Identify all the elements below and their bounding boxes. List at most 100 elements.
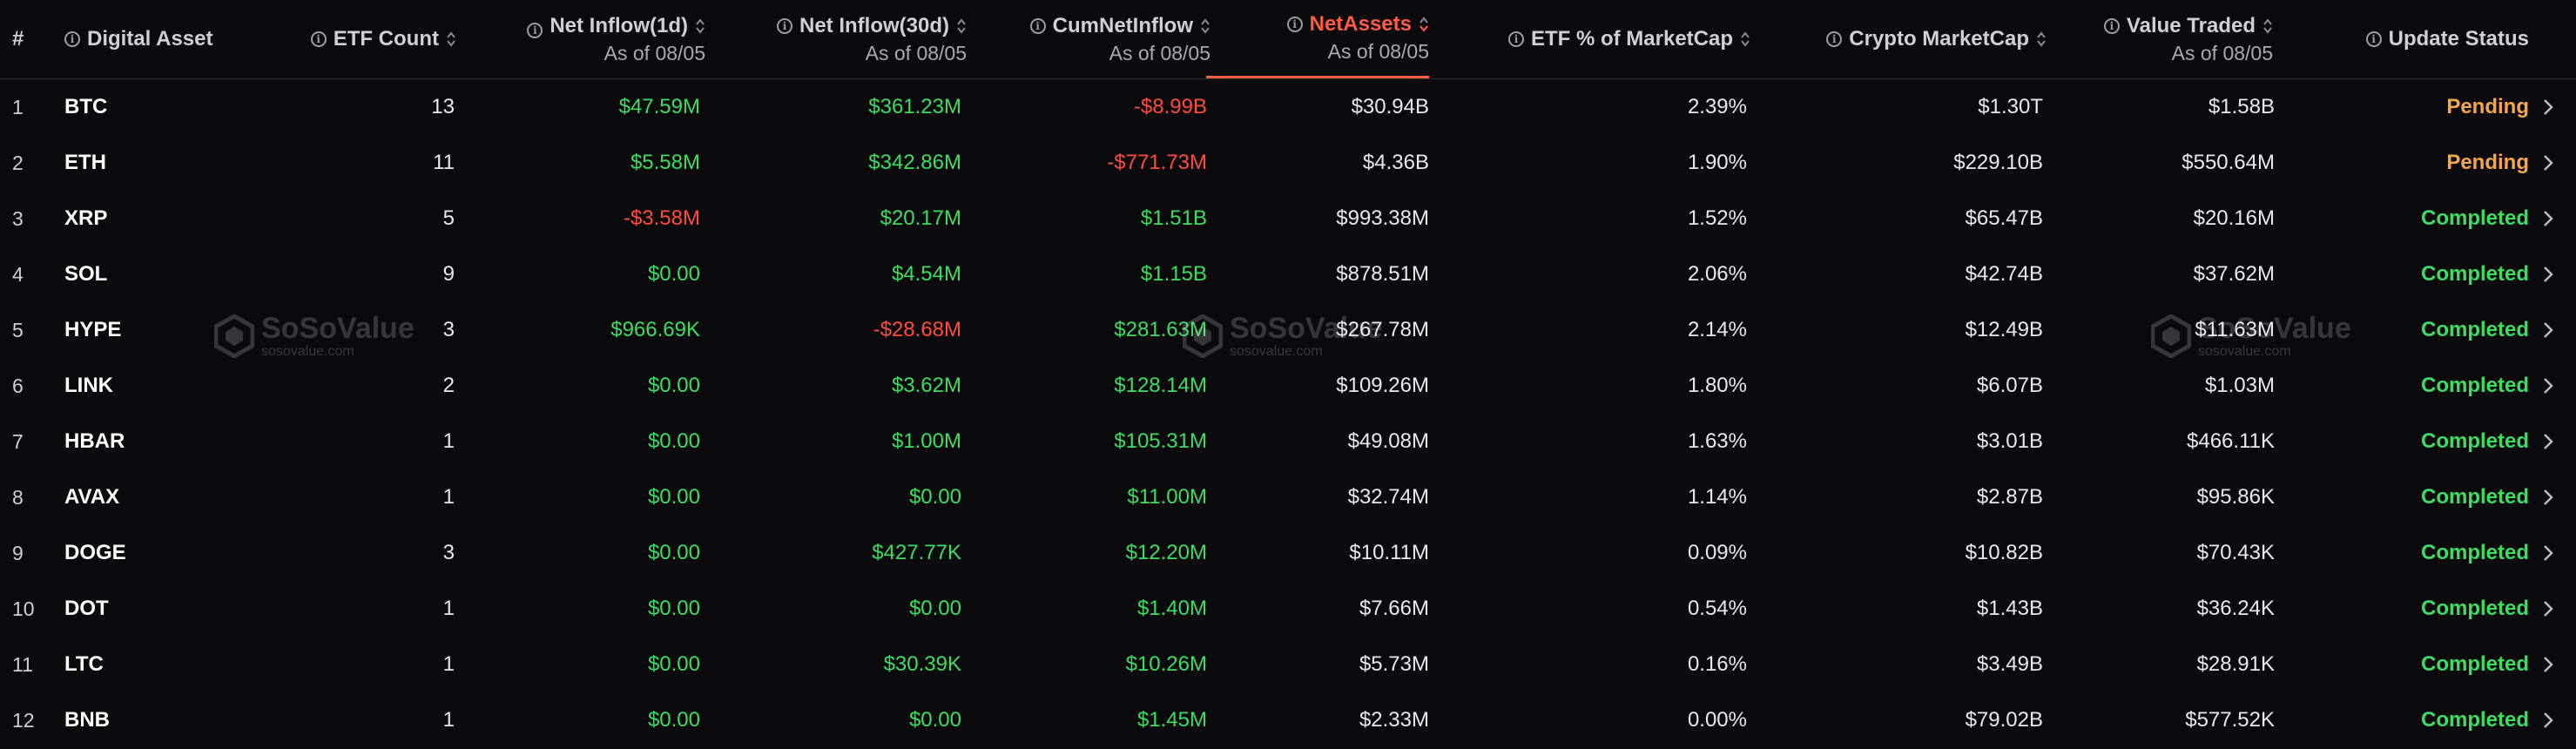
cell-net-inflow-30d: $342.86M bbox=[749, 135, 961, 191]
sort-icon[interactable] bbox=[2036, 30, 2047, 48]
info-icon[interactable]: i bbox=[1826, 31, 1843, 47]
table-row[interactable]: 6 LINK 2 $0.00 $3.62M $128.14M $109.26M 1.80% $6… bbox=[0, 358, 2576, 414]
cell-value-traded-text: $37.62M bbox=[2193, 262, 2275, 286]
table-row[interactable]: 9 DOGE 3 $0.00 $427.77K $12.20M $10.11M 0.09% $1… bbox=[0, 525, 2576, 581]
sort-icon[interactable] bbox=[446, 30, 456, 48]
info-icon[interactable]: i bbox=[1029, 17, 1046, 34]
cell-cum-net-inflow: $1.40M bbox=[1010, 581, 1207, 637]
cell-net-inflow-30d-text: $427.77K bbox=[872, 541, 961, 564]
cell-net-inflow-1d: $966.69K bbox=[488, 302, 700, 358]
chevron-right-icon[interactable] bbox=[2543, 637, 2553, 692]
cell-net-inflow-30d: $0.00 bbox=[749, 692, 961, 748]
header-net-inflow-1d[interactable]: i Net Inflow(1d) As of 08/05 bbox=[488, 0, 705, 78]
cell-asset: BTC bbox=[64, 79, 256, 135]
cell-cum-net-inflow-text: $10.26M bbox=[1125, 652, 1207, 676]
cell-update-status-text: Completed bbox=[2420, 262, 2529, 286]
cell-etf-count-text: 2 bbox=[442, 374, 455, 397]
cell-cum-net-inflow: -$8.99B bbox=[1010, 79, 1207, 135]
cell-net-inflow-30d-text: $1.00M bbox=[891, 429, 961, 453]
cell-net-assets: $49.08M bbox=[1206, 414, 1429, 469]
info-icon[interactable]: i bbox=[1507, 31, 1524, 47]
sort-icon[interactable] bbox=[695, 17, 705, 35]
cell-cum-net-inflow: -$771.73M bbox=[1010, 135, 1207, 191]
info-icon[interactable]: i bbox=[1286, 17, 1303, 32]
chevron-right-icon[interactable] bbox=[2543, 692, 2553, 748]
cell-rank: 1 bbox=[12, 79, 47, 135]
header-etf-pct-marketcap[interactable]: i ETF % of MarketCap bbox=[1480, 0, 1750, 78]
cell-asset: AVAX bbox=[64, 469, 256, 525]
cell-etf-count-text: 9 bbox=[442, 262, 455, 286]
cell-rank-text: 7 bbox=[12, 429, 24, 453]
cell-net-inflow-1d: $0.00 bbox=[488, 414, 700, 469]
header-net-inflow-30d[interactable]: i Net Inflow(30d) As of 08/05 bbox=[749, 0, 967, 78]
sort-icon[interactable] bbox=[2262, 17, 2273, 35]
info-icon[interactable]: i bbox=[310, 31, 327, 47]
cell-update-status-text: Completed bbox=[2420, 318, 2529, 341]
table-row[interactable]: 4 SOL 9 $0.00 $4.54M $1.15B $878.51M 2.06% $42.7… bbox=[0, 246, 2576, 302]
cell-etf-count-text: 1 bbox=[442, 485, 455, 509]
table-row[interactable]: 1 BTC 13 $47.59M $361.23M -$8.99B $30.94B 2.39%… bbox=[0, 79, 2576, 135]
table-row[interactable]: 5 HYPE 3 $966.69K -$28.68M $281.63M $267.78M 2.… bbox=[0, 302, 2576, 358]
chevron-right-icon[interactable] bbox=[2543, 191, 2553, 246]
cell-etf-count: 2 bbox=[261, 358, 455, 414]
header-net-assets[interactable]: i NetAssets As of 08/05 bbox=[1206, 0, 1429, 78]
cell-net-inflow-30d: $0.00 bbox=[749, 469, 961, 525]
cell-etf-count-text: 1 bbox=[442, 597, 455, 620]
cell-value-traded: $28.91K bbox=[2090, 637, 2275, 692]
cell-rank: 6 bbox=[12, 358, 47, 414]
cell-net-assets-text: $10.11M bbox=[1349, 541, 1429, 564]
chevron-right-icon[interactable] bbox=[2543, 581, 2553, 637]
sort-icon[interactable] bbox=[956, 17, 967, 35]
chevron-right-icon[interactable] bbox=[2543, 469, 2553, 525]
table-row[interactable]: 2 ETH 11 $5.58M $342.86M -$771.73M $4.36B 1.90%… bbox=[0, 135, 2576, 191]
chevron-right-icon[interactable] bbox=[2543, 414, 2553, 469]
chevron-right-icon[interactable] bbox=[2543, 302, 2553, 358]
chevron-right-icon[interactable] bbox=[2543, 525, 2553, 581]
info-icon[interactable]: i bbox=[777, 17, 792, 34]
cell-net-inflow-30d-text: $20.17M bbox=[880, 206, 961, 230]
info-icon[interactable]: i bbox=[2103, 17, 2120, 34]
cell-etf-pct-marketcap-text: 1.63% bbox=[1687, 429, 1747, 453]
info-icon[interactable]: i bbox=[527, 22, 543, 38]
table-row[interactable]: 8 AVAX 1 $0.00 $0.00 $11.00M $32.74M 1.14% $2.87… bbox=[0, 469, 2576, 525]
chevron-right-icon[interactable] bbox=[2543, 135, 2553, 191]
cell-net-inflow-30d-text: $0.00 bbox=[908, 708, 961, 732]
header-update-status[interactable]: i Update Status bbox=[2334, 0, 2529, 78]
table-row[interactable]: 11 LTC 1 $0.00 $30.39K $10.26M $5.73M 0.16% $3.4… bbox=[0, 637, 2576, 692]
cell-net-inflow-30d: $4.54M bbox=[749, 246, 961, 302]
cell-update-status: Completed bbox=[2334, 525, 2529, 581]
info-icon[interactable]: i bbox=[2365, 31, 2382, 47]
sort-icon[interactable] bbox=[1740, 30, 1750, 48]
cell-rank: 10 bbox=[12, 581, 47, 637]
cell-value-traded-text: $466.11K bbox=[2187, 429, 2275, 453]
cell-etf-count: 1 bbox=[261, 414, 455, 469]
header-value-traded[interactable]: i Value Traded As of 08/05 bbox=[2090, 0, 2273, 78]
cell-net-assets-text: $32.74M bbox=[1347, 485, 1429, 509]
chevron-right-icon[interactable] bbox=[2543, 246, 2553, 302]
header-etf-count[interactable]: i ETF Count bbox=[261, 0, 456, 78]
cell-etf-pct-marketcap: 1.14% bbox=[1480, 469, 1747, 525]
cell-cum-net-inflow: $1.15B bbox=[1010, 246, 1207, 302]
cell-etf-pct-marketcap-text: 1.52% bbox=[1687, 206, 1747, 230]
table-row[interactable]: 3 XRP 5 -$3.58M $20.17M $1.51B $993.38M 1.52% $6… bbox=[0, 191, 2576, 246]
cell-asset-text: HYPE bbox=[64, 318, 122, 341]
table-row[interactable]: 7 HBAR 1 $0.00 $1.00M $105.31M $49.08M 1.63% $3.… bbox=[0, 414, 2576, 469]
sort-desc-icon[interactable] bbox=[1419, 16, 1429, 33]
cell-rank-text: 12 bbox=[12, 708, 35, 732]
cell-rank: 9 bbox=[12, 525, 47, 581]
cell-net-assets-text: $993.38M bbox=[1336, 206, 1429, 230]
cell-etf-count: 3 bbox=[261, 525, 455, 581]
chevron-right-icon[interactable] bbox=[2543, 79, 2553, 135]
table-row[interactable]: 10 DOT 1 $0.00 $0.00 $1.40M $7.66M 0.54% $1.43B $… bbox=[0, 581, 2576, 637]
cell-value-traded: $11.63M bbox=[2090, 302, 2275, 358]
header-cum-net-inflow[interactable]: i CumNetInflow As of 08/05 bbox=[1010, 0, 1210, 78]
cell-net-assets-text: $49.08M bbox=[1347, 429, 1429, 453]
info-icon[interactable]: i bbox=[64, 31, 80, 47]
cell-etf-pct-marketcap: 0.54% bbox=[1480, 581, 1747, 637]
cell-etf-count-text: 1 bbox=[442, 429, 455, 453]
header-crypto-marketcap[interactable]: i Crypto MarketCap bbox=[1794, 0, 2047, 78]
header-digital-asset[interactable]: i Digital Asset bbox=[64, 0, 256, 78]
table-row[interactable]: 12 BNB 1 $0.00 $0.00 $1.45M $2.33M 0.00% $79.02B… bbox=[0, 692, 2576, 748]
chevron-right-icon[interactable] bbox=[2543, 358, 2553, 414]
cell-net-assets: $109.26M bbox=[1206, 358, 1429, 414]
